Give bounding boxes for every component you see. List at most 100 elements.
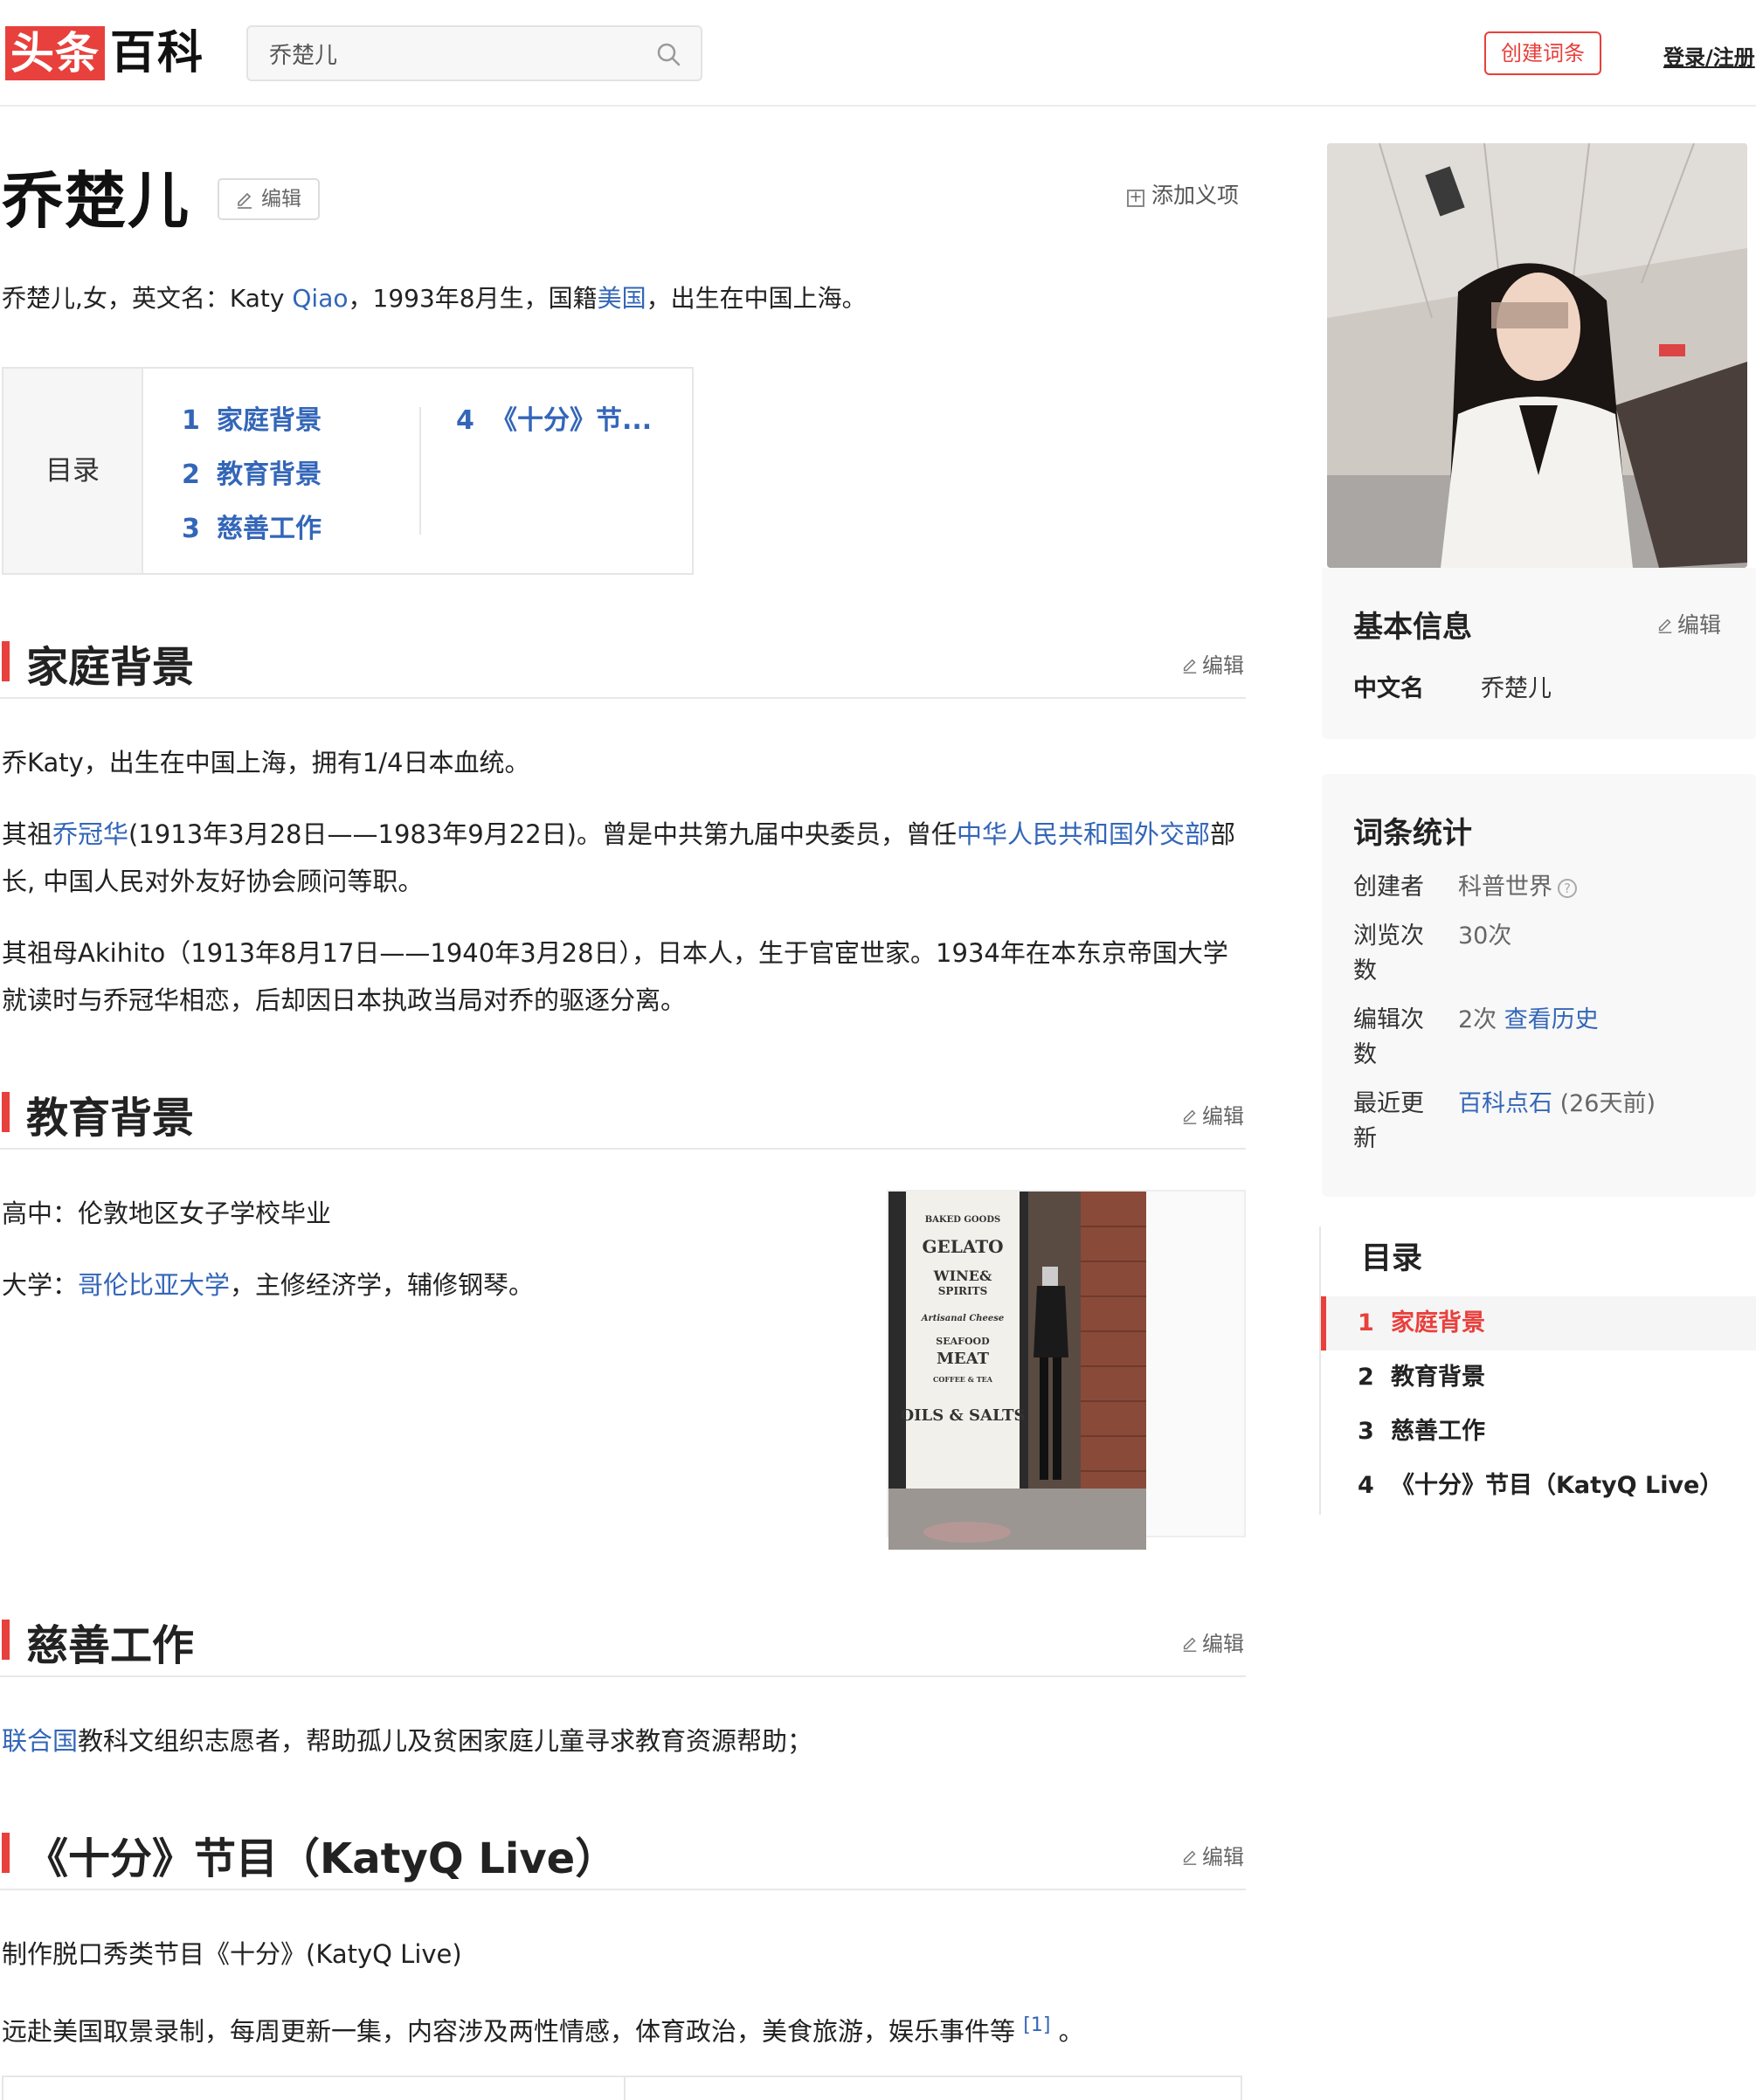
section-edit-button[interactable]: 编辑	[1181, 1099, 1244, 1129]
toc-num: 4	[1358, 1472, 1374, 1499]
section-edit-button[interactable]: 编辑	[1181, 1627, 1244, 1657]
title-edit-button[interactable]: 编辑	[218, 178, 320, 220]
basic-info-title: 基本信息	[1353, 610, 1472, 645]
entry-stats-card: 词条统计 创建者 科普世界? 浏览次数 30次 编辑次数 2次 查看历史 最近更…	[1322, 774, 1756, 1197]
page-title: 乔楚儿	[2, 165, 190, 237]
section-title: 《十分》节目（KatyQ Live）	[26, 1834, 618, 1883]
section-edit-button[interactable]: 编辑	[1181, 1840, 1244, 1870]
toc-item[interactable]: 4 《十分》节...	[456, 398, 652, 452]
toc-item[interactable]: 1 家庭背景	[182, 398, 321, 452]
link-foreign-ministry[interactable]: 中华人民共和国外交部	[957, 819, 1210, 849]
sidebar-toc-item-2[interactable]: 2 教育背景	[1321, 1350, 1756, 1405]
pencil-icon	[238, 192, 252, 209]
creator-name: 科普世界	[1458, 874, 1552, 901]
family-paragraph-2: 其祖乔冠华(1913年3月28日——1983年9月22日)。曾是中共第九届中央委…	[2, 811, 1241, 905]
reference-link[interactable]: [1]	[1023, 2014, 1050, 2036]
entry-stats-title: 词条统计	[1353, 816, 1472, 851]
toc-item[interactable]: 2 教育背景	[182, 452, 321, 507]
toc-text: 教育背景	[217, 459, 321, 490]
sidebar-toc-item-1[interactable]: 1 家庭背景	[1321, 1296, 1756, 1350]
toc-text: 慈善工作	[217, 514, 321, 544]
edit-label: 编辑	[261, 188, 301, 211]
toc-label: 目录	[3, 369, 143, 573]
logo-part-1: 头条	[5, 26, 105, 80]
search-box	[246, 25, 702, 81]
text: 大学：	[2, 1270, 79, 1300]
basic-info-card: 基本信息 编辑 中文名 乔楚儿	[1322, 568, 1756, 739]
section-show-header: 《十分》节目（KatyQ Live） 编辑	[0, 1808, 1246, 1890]
svg-text:BAKED GOODS: BAKED GOODS	[925, 1215, 1001, 1225]
pencil-icon	[1183, 1850, 1197, 1865]
summary-pre: 乔楚儿,女，英文名：Katy	[2, 284, 293, 313]
svg-text:OILS & SALTS: OILS & SALTS	[900, 1406, 1025, 1425]
toc-text: 慈善工作	[1391, 1418, 1485, 1445]
creator-label: 创建者	[1353, 874, 1424, 901]
edits-label: 编辑次数	[1353, 1006, 1424, 1068]
sidebar-toc: 目录 1 家庭背景 2 教育背景 3 慈善工作 4 《十分》节目（KatyQ Live）	[1319, 1226, 1756, 1515]
views-label: 浏览次数	[1353, 922, 1424, 984]
help-icon[interactable]: ?	[1558, 879, 1577, 898]
text: ，主修经济学，辅修钢琴。	[230, 1270, 535, 1300]
updated-user-link[interactable]: 百科点石	[1458, 1090, 1552, 1117]
sidebar-toc-item-3[interactable]: 3 慈善工作	[1321, 1405, 1756, 1459]
pencil-icon	[1183, 659, 1197, 674]
education-figure[interactable]: BAKED GOODS GELATO WINE& SPIRITS Artisan…	[887, 1190, 1246, 1550]
site-logo[interactable]: 头条 百科	[5, 26, 204, 80]
text: (1913年3月28日——1983年9月22日)。曾是中共第九届中央委员，曾任	[128, 819, 957, 849]
link-un[interactable]: 联合国	[2, 1726, 78, 1756]
text: 。	[1058, 2016, 1084, 2047]
education-paragraph-1: 高中：伦敦地区女子学校毕业	[2, 1199, 332, 1228]
plus-icon: +	[1127, 190, 1144, 207]
section-edit-button[interactable]: 编辑	[1181, 648, 1244, 679]
toc-item[interactable]: 3 慈善工作	[182, 507, 321, 561]
updated-time: (26天前)	[1559, 1090, 1656, 1117]
updated-value: 百科点石 (26天前)	[1458, 1087, 1656, 1122]
charity-paragraph: 联合国教科文组织志愿者，帮助孤儿及贫困家庭儿童寻求教育资源帮助；	[2, 1717, 1241, 1765]
sidebar-toc-item-4[interactable]: 4 《十分》节目（KatyQ Live）	[1321, 1459, 1756, 1513]
link-columbia[interactable]: 哥伦比亚大学	[78, 1270, 230, 1300]
create-entry-button[interactable]: 创建词条	[1484, 31, 1601, 75]
search-icon[interactable]	[655, 41, 681, 67]
toc-text: 家庭背景	[1391, 1309, 1485, 1337]
profile-photo[interactable]	[1327, 143, 1747, 568]
section-charity-header: 慈善工作 编辑	[0, 1595, 1246, 1677]
add-meaning-label: 添加义项	[1151, 183, 1240, 208]
svg-text:GELATO: GELATO	[922, 1236, 1003, 1257]
toc-num: 4	[456, 405, 474, 436]
section-education-header: 教育背景 编辑	[0, 1067, 1246, 1150]
section-title: 家庭背景	[26, 643, 195, 692]
section-family-header: 家庭背景 编辑	[0, 617, 1246, 699]
section-title: 教育背景	[26, 1094, 195, 1143]
search-input[interactable]	[269, 27, 645, 79]
toc-text: 教育背景	[1391, 1364, 1485, 1391]
edit-count: 2次	[1458, 1006, 1497, 1033]
add-meaning-button[interactable]: + 添加义项	[1127, 178, 1239, 210]
summary-link-usa[interactable]: 美国	[598, 284, 646, 313]
toc-column-2: 4 《十分》节...	[456, 398, 652, 452]
text: 远赴美国取景录制，每周更新一集，内容涉及两性情感，体育政治，美食旅游，娱乐事件等	[2, 2016, 1016, 2047]
edit-label: 编辑	[1202, 653, 1244, 678]
edit-label: 编辑	[1202, 1845, 1244, 1869]
toc-text: 《十分》节...	[491, 405, 653, 436]
pencil-icon	[1658, 618, 1672, 633]
toc-text: 《十分》节目（KatyQ Live）	[1391, 1472, 1724, 1499]
reference-box	[2, 2076, 1242, 2100]
basic-info-edit-button[interactable]: 编辑	[1656, 608, 1721, 639]
summary-mid: ，1993年8月生，国籍	[348, 284, 598, 313]
toc-num: 1	[1358, 1309, 1374, 1337]
family-paragraph-3: 其祖母Akihito（1913年8月17日——1940年3月28日），日本人，生…	[2, 938, 1228, 1015]
chinese-name-label: 中文名	[1353, 675, 1424, 702]
toc-num: 3	[182, 514, 200, 544]
link-qiao-guanhua[interactable]: 乔冠华	[52, 819, 128, 849]
summary-post: ，出生在中国上海。	[646, 284, 867, 313]
login-register-link[interactable]: 登录/注册	[1663, 40, 1755, 71]
summary-link-qiao[interactable]: Qiao	[292, 284, 348, 313]
section-title: 慈善工作	[26, 1621, 195, 1670]
show-paragraph-2: 远赴美国取景录制，每周更新一集，内容涉及两性情感，体育政治，美食旅游，娱乐事件等…	[2, 2002, 1241, 2055]
svg-text:SPIRITS: SPIRITS	[938, 1285, 987, 1297]
svg-text:SEAFOOD: SEAFOOD	[936, 1336, 990, 1347]
view-history-link[interactable]: 查看历史	[1504, 1006, 1599, 1033]
edit-label: 编辑	[1202, 1632, 1244, 1656]
toc-num: 2	[182, 459, 200, 490]
top-header: 头条 百科 创建词条 登录/注册	[0, 0, 1756, 107]
